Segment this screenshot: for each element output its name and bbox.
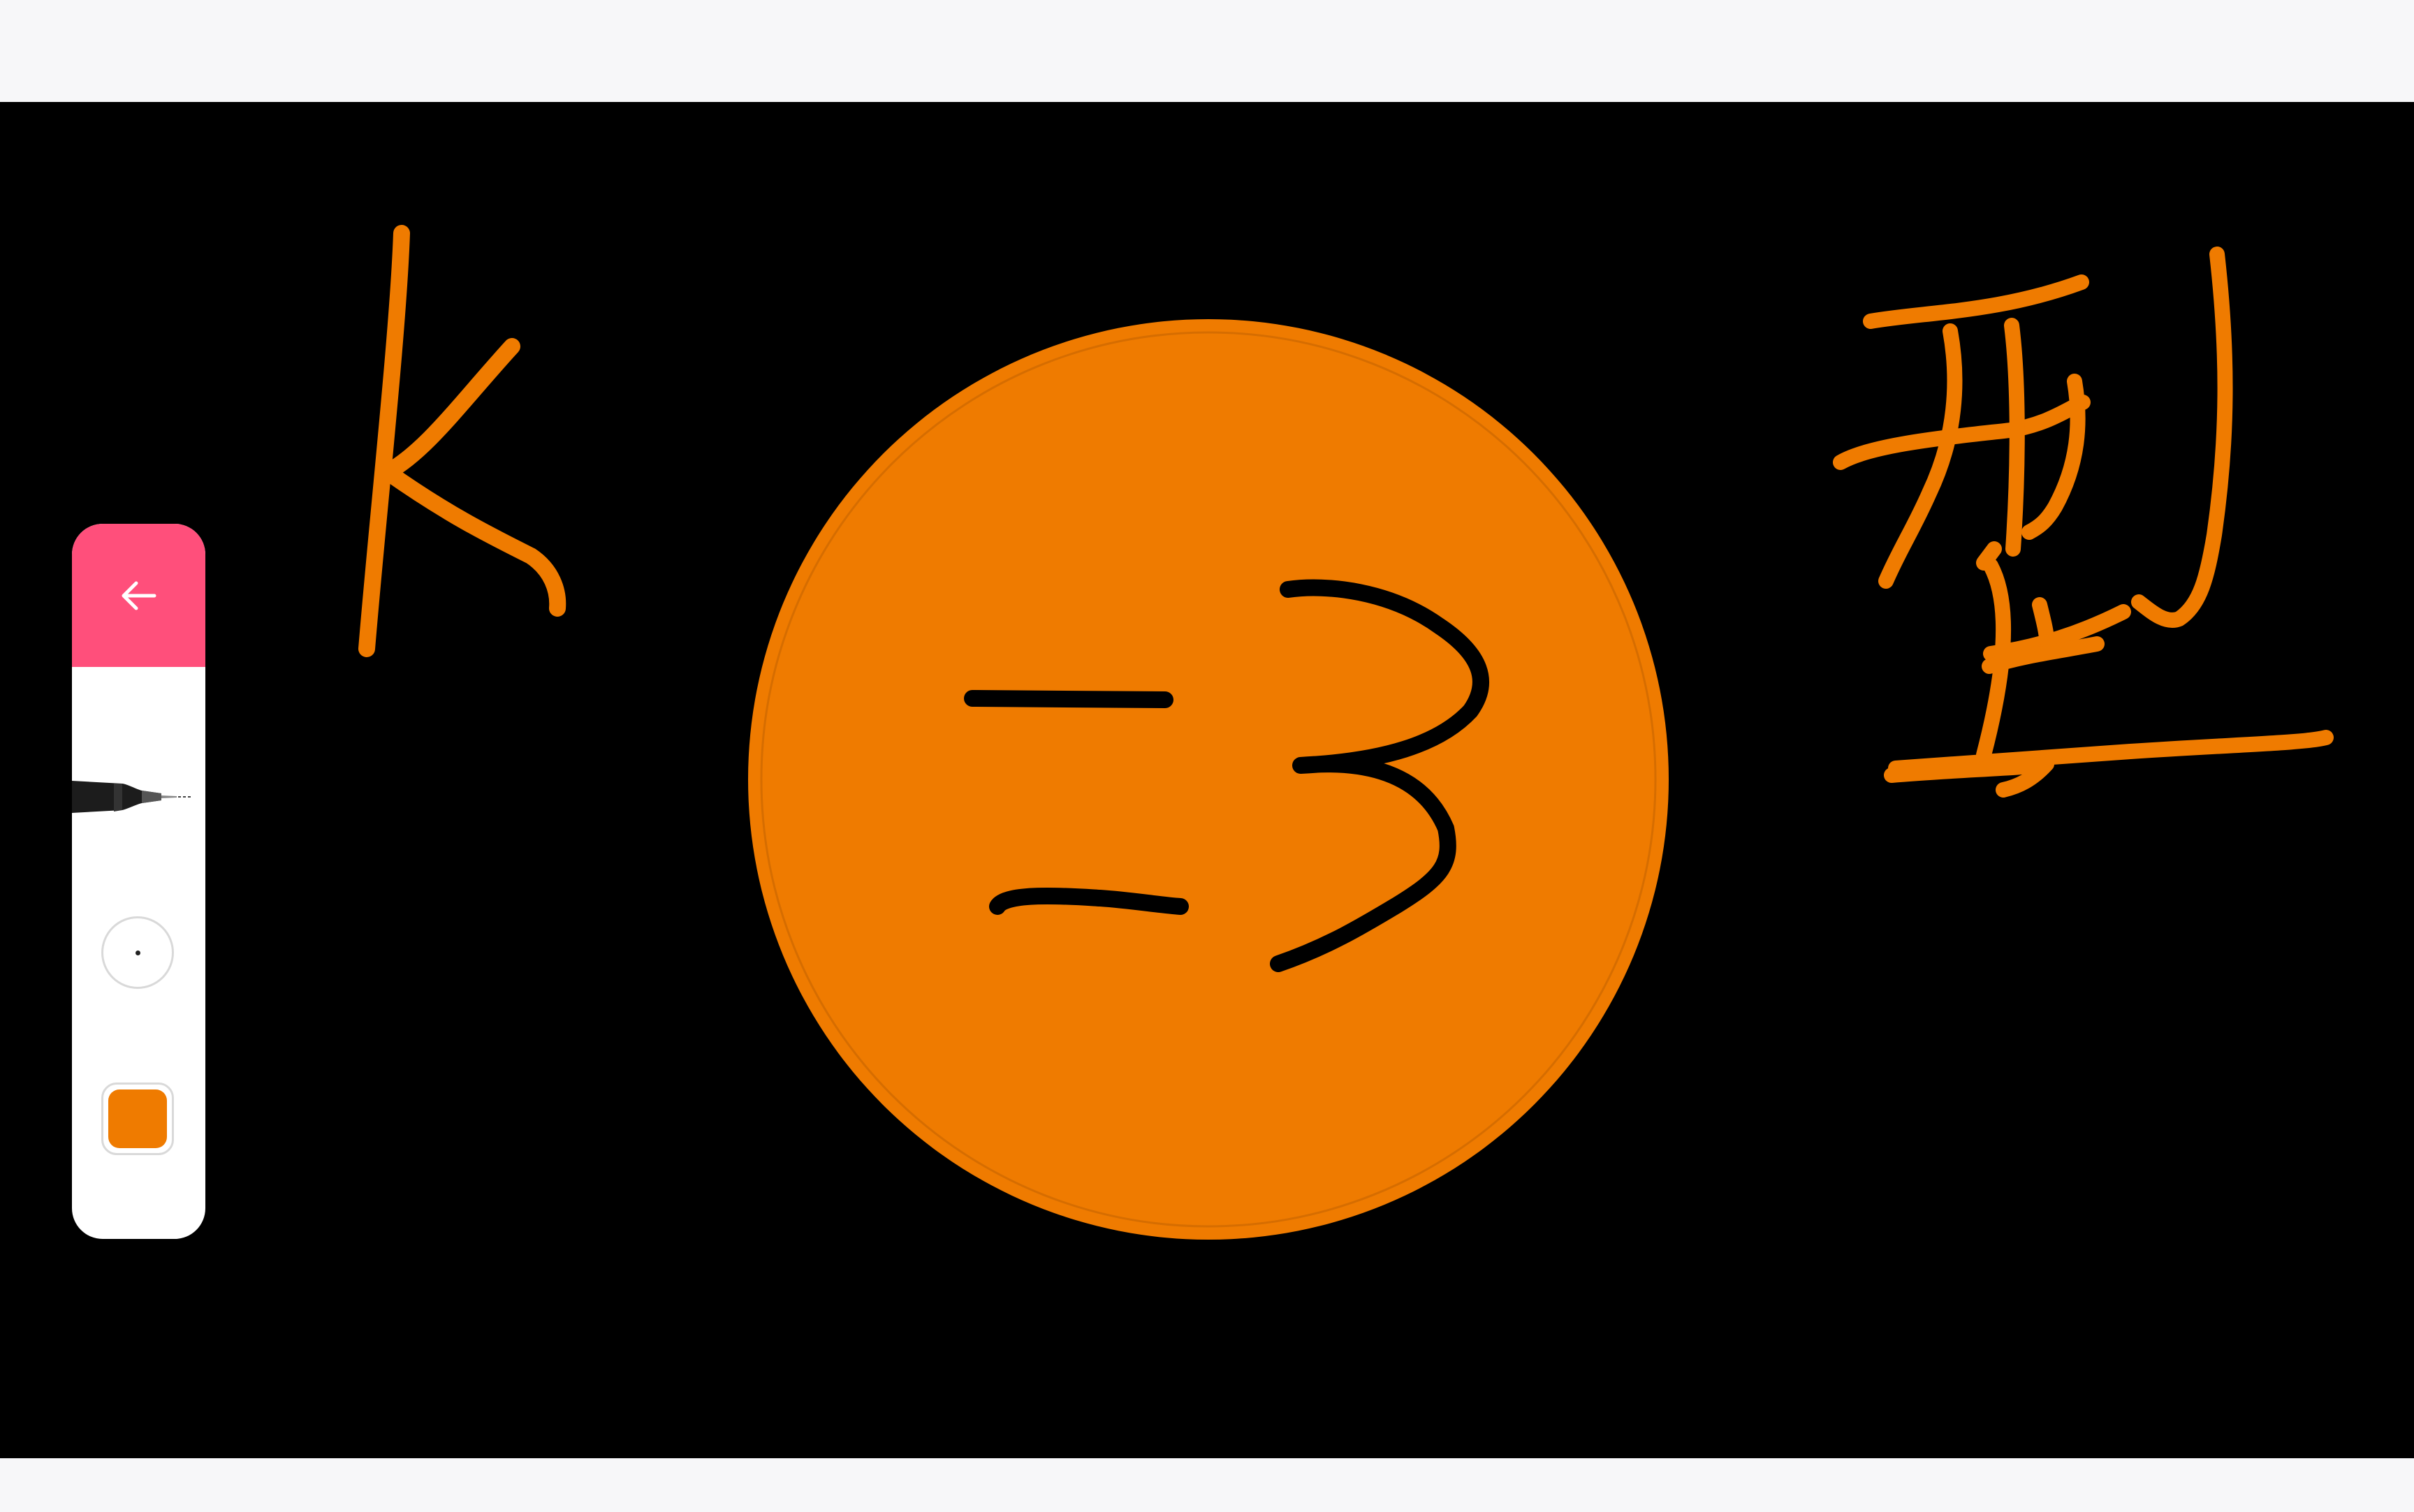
arrow-left-icon: [122, 581, 156, 610]
drawing-canvas[interactable]: [0, 102, 2414, 1458]
color-picker-button[interactable]: [101, 1082, 174, 1155]
stroke-letter-k: [358, 225, 566, 657]
brush-size-button[interactable]: [101, 916, 174, 989]
pen-icon: [72, 781, 191, 813]
drawing-layer: [358, 225, 2334, 1240]
orange-circle-shape: [748, 319, 1669, 1240]
brush-size-icon: [135, 950, 140, 955]
pen-tool-button[interactable]: [72, 761, 205, 831]
stroke-character-xing: [1833, 247, 2334, 798]
top-chrome-bar: [0, 0, 2414, 102]
selected-color-swatch: [108, 1089, 167, 1148]
drawing-toolbar: [72, 524, 205, 1239]
bottom-chrome-bar: [0, 1458, 2414, 1512]
back-button[interactable]: [72, 524, 205, 667]
